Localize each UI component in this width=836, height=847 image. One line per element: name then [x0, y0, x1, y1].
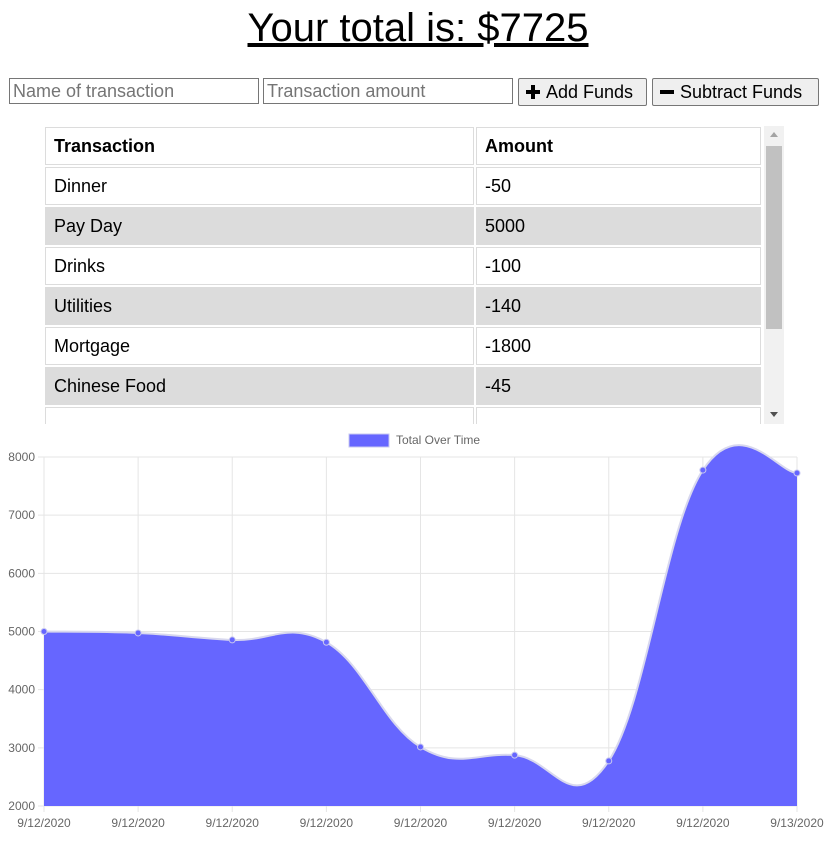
transaction-amount-cell: -1800	[476, 327, 761, 365]
transaction-name-cell: Pay Day	[45, 207, 474, 245]
transactions-table: Transaction Amount Dinner -50 Pay Day 50…	[45, 126, 763, 424]
transaction-name-cell: Drinks	[45, 247, 474, 285]
column-header-transaction: Transaction	[45, 127, 474, 165]
x-tick-label: 9/12/2020	[394, 816, 448, 830]
scrollbar-thumb[interactable]	[766, 146, 782, 329]
transaction-amount-cell: -140	[476, 287, 761, 325]
data-point[interactable]	[605, 757, 613, 765]
x-tick-label: 9/12/2020	[111, 816, 165, 830]
table-row	[45, 407, 761, 424]
data-point[interactable]	[134, 629, 142, 637]
add-funds-label: Add Funds	[546, 81, 634, 102]
transaction-amount-cell: -45	[476, 367, 761, 405]
total-over-time-chart: 2000300040005000600070008000 9/12/2020 9/…	[8, 433, 824, 830]
table-row: Chinese Food -45	[45, 367, 761, 405]
subtract-funds-label: Subtract Funds	[680, 81, 803, 102]
y-tick-label: 8000	[8, 450, 35, 464]
scroll-down-arrow-icon[interactable]	[770, 412, 778, 417]
table-row: Dinner -50	[45, 167, 761, 205]
table-row: Mortgage -1800	[45, 327, 761, 365]
table-scrollbar[interactable]	[764, 126, 784, 424]
x-axis-ticks: 9/12/2020 9/12/2020 9/12/2020 9/12/2020 9/12…	[17, 816, 824, 830]
chart-legend: Total Over Time	[348, 433, 480, 448]
column-header-amount: Amount	[476, 127, 761, 165]
y-tick-label: 3000	[8, 741, 35, 755]
data-point[interactable]	[228, 636, 236, 644]
x-tick-label: 9/12/2020	[488, 816, 542, 830]
data-point[interactable]	[40, 628, 48, 635]
data-point[interactable]	[699, 466, 707, 474]
y-tick-label: 6000	[8, 566, 35, 580]
y-axis-ticks: 2000 3000 4000 5000 6000 7000 8000	[8, 450, 35, 813]
subtract-funds-button[interactable]: Subtract Funds	[652, 78, 819, 106]
total-heading: Your total is: $7725	[247, 6, 589, 50]
transaction-amount-cell: 5000	[476, 207, 761, 245]
transaction-name-cell: Chinese Food	[45, 367, 474, 405]
table-header-row: Transaction Amount	[45, 127, 761, 165]
transaction-amount-input[interactable]	[263, 78, 513, 104]
transaction-name-cell: Mortgage	[45, 327, 474, 365]
transaction-name-cell: Dinner	[45, 167, 474, 205]
add-funds-button[interactable]: Add Funds	[518, 78, 647, 106]
transaction-name-cell	[45, 407, 474, 424]
table-row: Pay Day 5000	[45, 207, 761, 245]
x-tick-label: 9/12/2020	[676, 816, 730, 830]
data-point[interactable]	[417, 743, 424, 751]
y-tick-label: 2000	[8, 799, 35, 813]
y-tick-label: 7000	[8, 508, 35, 522]
legend-label[interactable]: Total Over Time	[396, 433, 480, 447]
transaction-amount-cell: -100	[476, 247, 761, 285]
transaction-amount-cell	[476, 407, 761, 424]
table-row: Utilities -140	[45, 287, 761, 325]
transactions-table-container[interactable]: Transaction Amount Dinner -50 Pay Day 50…	[45, 126, 784, 424]
transaction-name-cell: Utilities	[45, 287, 474, 325]
data-point[interactable]	[322, 638, 330, 646]
y-tick-label: 4000	[8, 683, 35, 697]
transaction-amount-cell: -50	[476, 167, 761, 205]
x-tick-label: 9/12/2020	[206, 816, 260, 830]
data-point[interactable]	[793, 469, 801, 477]
table-row: Drinks -100	[45, 247, 761, 285]
minus-icon	[660, 85, 674, 99]
plus-icon	[526, 85, 540, 99]
x-tick-label: 9/12/2020	[17, 816, 71, 830]
data-point[interactable]	[511, 751, 519, 759]
y-tick-label: 5000	[8, 625, 35, 639]
legend-swatch[interactable]	[348, 433, 390, 448]
x-tick-label: 9/12/2020	[300, 816, 354, 830]
x-tick-label: 9/13/2020	[770, 816, 824, 830]
transaction-name-input[interactable]	[9, 78, 259, 104]
scroll-up-arrow-icon[interactable]	[770, 132, 778, 137]
x-tick-label: 9/12/2020	[582, 816, 636, 830]
